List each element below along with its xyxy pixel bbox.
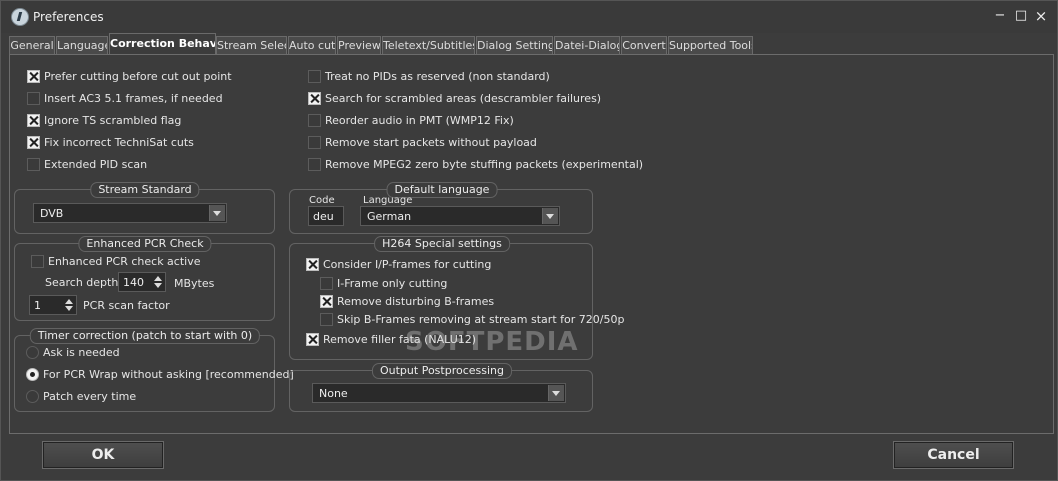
pcr-check-group: Enhanced PCR Check Enhanced PCR check ac… (14, 236, 275, 321)
pcr-check-active-label: Enhanced PCR check active (48, 255, 201, 268)
search-scrambled-checkbox[interactable] (308, 92, 321, 105)
default-language-group: Default language Code deu Language Germa… (289, 182, 593, 234)
pcr-wrap-label: For PCR Wrap without asking [recommended… (43, 368, 294, 381)
remove-start-packets-checkbox[interactable] (308, 136, 321, 149)
language-label: Language (363, 195, 413, 206)
stepper-down-icon[interactable] (64, 305, 74, 313)
stream-standard-value: DVB (40, 207, 64, 220)
close-icon[interactable]: × (1034, 9, 1048, 24)
skip-bframes-label: Skip B-Frames removing at stream start f… (337, 313, 625, 326)
code-label: Code (309, 195, 335, 206)
tab-convert[interactable]: Convert (621, 36, 667, 54)
prefer-cutting-label: Prefer cutting before cut out point (44, 70, 232, 83)
ok-button[interactable]: OK (42, 441, 164, 469)
window-title: Preferences (33, 10, 104, 24)
chevron-down-icon[interactable] (542, 208, 558, 224)
language-code-input[interactable]: deu (308, 206, 344, 226)
output-postprocessing-select[interactable]: None (312, 383, 566, 403)
preferences-window: Preferences − □ × General Language Corre… (0, 0, 1058, 481)
pcr-scan-factor-label: PCR scan factor (83, 299, 170, 312)
remove-start-packets-label: Remove start packets without payload (325, 136, 537, 149)
stream-standard-select[interactable]: DVB (33, 203, 227, 223)
ask-needed-label: Ask is needed (43, 346, 120, 359)
reorder-audio-label: Reorder audio in PMT (WMP12 Fix) (325, 114, 514, 127)
remove-mpeg2-stuffing-checkbox[interactable] (308, 158, 321, 171)
iframe-only-checkbox[interactable] (320, 277, 333, 290)
consider-ip-frames-checkbox[interactable] (306, 258, 319, 271)
stream-standard-title: Stream Standard (90, 182, 200, 198)
tab-datei-dialog[interactable]: Datei-Dialog (554, 36, 620, 54)
fix-technisat-label: Fix incorrect TechniSat cuts (44, 136, 194, 149)
stepper-up-icon[interactable] (153, 274, 163, 282)
correction-behaviour-panel: Prefer cutting before cut out point Inse… (9, 54, 1054, 434)
chevron-down-icon[interactable] (209, 205, 225, 221)
tab-correction-behaviour[interactable]: Correction Behav... (109, 33, 216, 55)
skip-bframes-checkbox[interactable] (320, 313, 333, 326)
search-depth-stepper[interactable]: 140 (118, 272, 166, 292)
extended-pid-checkbox[interactable] (27, 158, 40, 171)
stepper-up-icon[interactable] (64, 297, 74, 305)
fix-technisat-checkbox[interactable] (27, 136, 40, 149)
consider-ip-frames-label: Consider I/P-frames for cutting (323, 258, 492, 271)
watermark-logo: SOFTPEDIA (405, 327, 579, 357)
search-depth-value: 140 (123, 276, 144, 289)
remove-filler-checkbox[interactable] (306, 333, 319, 346)
tab-supported-tools[interactable]: Supported Tools (668, 36, 753, 54)
patch-every-time-label: Patch every time (43, 390, 137, 403)
minimize-icon[interactable]: − (993, 9, 1007, 23)
h264-settings-title: H264 Special settings (374, 236, 510, 252)
pcr-wrap-radio[interactable] (26, 368, 39, 381)
tab-teletext-subtitles[interactable]: Teletext/Subtitles (382, 36, 475, 54)
reorder-audio-checkbox[interactable] (308, 114, 321, 127)
tab-language[interactable]: Language (56, 36, 108, 54)
search-depth-label: Search depth (45, 276, 119, 289)
insert-ac3-checkbox[interactable] (27, 92, 40, 105)
ask-needed-radio[interactable] (26, 346, 39, 359)
search-scrambled-label: Search for scrambled areas (descrambler … (325, 92, 602, 105)
tab-dialog-settings[interactable]: Dialog Settings (476, 36, 553, 54)
tab-general[interactable]: General (9, 36, 55, 54)
language-select[interactable]: German (360, 206, 560, 226)
search-depth-unit: MBytes (174, 277, 215, 290)
insert-ac3-label: Insert AC3 5.1 frames, if needed (44, 92, 223, 105)
ignore-ts-scrambled-checkbox[interactable] (27, 114, 40, 127)
tab-preview[interactable]: Preview (337, 36, 381, 54)
language-value: German (367, 210, 412, 223)
extended-pid-label: Extended PID scan (44, 158, 148, 171)
tab-auto-cut[interactable]: Auto cut (288, 36, 336, 54)
iframe-only-label: I-Frame only cutting (337, 277, 448, 290)
remove-bframes-label: Remove disturbing B-frames (337, 295, 495, 308)
pcr-scan-factor-value: 1 (34, 299, 41, 312)
pcr-check-active-checkbox[interactable] (31, 255, 44, 268)
app-logo-icon (11, 8, 29, 26)
prefer-cutting-checkbox[interactable] (27, 70, 40, 83)
maximize-icon[interactable]: □ (1014, 9, 1028, 23)
treat-no-pids-checkbox[interactable] (308, 70, 321, 83)
pcr-check-title: Enhanced PCR Check (78, 236, 212, 252)
cancel-button[interactable]: Cancel (893, 441, 1014, 469)
tab-stream-select[interactable]: Stream Select (216, 36, 287, 54)
output-postprocessing-title: Output Postprocessing (371, 363, 513, 379)
chevron-down-icon[interactable] (548, 385, 564, 401)
stream-standard-group: Stream Standard DVB (14, 182, 275, 234)
treat-no-pids-label: Treat no PIDs as reserved (non standard) (325, 70, 550, 83)
remove-mpeg2-stuffing-label: Remove MPEG2 zero byte stuffing packets … (325, 158, 644, 171)
remove-bframes-checkbox[interactable] (320, 295, 333, 308)
language-code-value: deu (313, 210, 334, 223)
timer-correction-title: Timer correction (patch to start with 0) (29, 328, 261, 344)
patch-every-time-radio[interactable] (26, 390, 39, 403)
ignore-ts-scrambled-label: Ignore TS scrambled flag (44, 114, 182, 127)
output-postprocessing-group: Output Postprocessing None (289, 363, 593, 412)
timer-correction-group: Timer correction (patch to start with 0)… (14, 328, 294, 412)
stepper-down-icon[interactable] (153, 282, 163, 290)
output-postprocessing-value: None (319, 387, 348, 400)
pcr-scan-factor-stepper[interactable]: 1 (29, 295, 77, 315)
title-bar: Preferences − □ × (1, 1, 1057, 33)
